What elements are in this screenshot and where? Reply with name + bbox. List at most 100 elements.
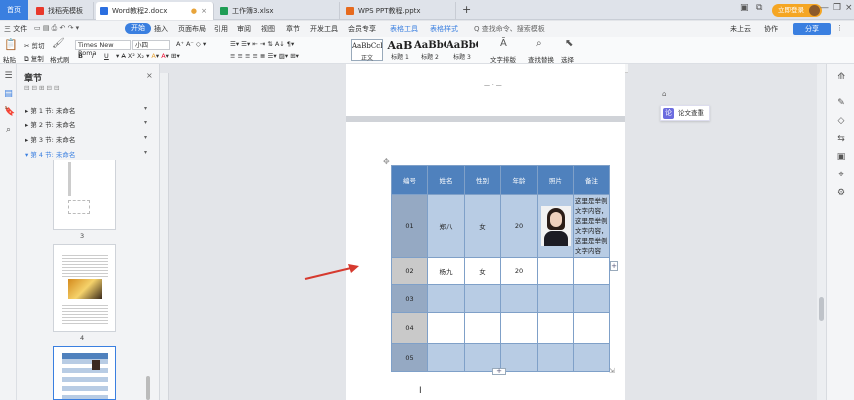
copy-button[interactable]: ⧉ 复制 [24, 53, 44, 64]
style-heading-1[interactable]: AaB 标题 1 [384, 39, 416, 61]
name-cell[interactable] [427, 312, 465, 344]
share-button[interactable]: 分享 [793, 23, 831, 35]
login-button[interactable]: 立即登录 [772, 4, 822, 17]
font-size-select[interactable]: 小四 [132, 40, 170, 50]
note-cell[interactable] [573, 284, 610, 313]
tab-ppt[interactable]: WPS PPT教程.pptx [342, 2, 456, 20]
age-cell[interactable]: 20 [500, 194, 538, 258]
header-cell[interactable]: 照片 [537, 165, 574, 195]
format-painter-button[interactable]: 格式刷 [50, 54, 70, 64]
command-search[interactable]: Q 查找命令、搜索模板 [474, 24, 545, 34]
section-2[interactable]: ▸ 第 2 节: 未命名 [25, 119, 75, 129]
rocket-icon[interactable]: ⟰ [836, 72, 846, 82]
format-painter-icon[interactable]: 🖌 [52, 38, 65, 49]
id-cell[interactable]: 01 [391, 194, 428, 258]
collapse-icon[interactable]: ⌂ [662, 90, 666, 98]
note-cell[interactable] [573, 312, 610, 344]
nav-actions-icons[interactable]: ⊟ ⊟ ⊞ ⊟ ⊟ [24, 84, 60, 92]
adjust-icon[interactable]: ⇆ [836, 134, 846, 144]
font-size-grow-icons[interactable]: A⁺ A⁻ ◇ ▾ [176, 40, 206, 48]
section-menu-icon[interactable]: ▾ [144, 105, 147, 112]
id-cell[interactable]: 05 [391, 343, 428, 372]
gender-cell[interactable]: 女 [464, 194, 501, 258]
page-scrollbar-track[interactable] [817, 64, 826, 400]
minimize-icon[interactable]: — [820, 3, 829, 13]
text-layout-button[interactable]: 文字排版 [490, 54, 516, 64]
bold-button[interactable]: B [78, 52, 83, 60]
photo-cell[interactable] [537, 194, 574, 258]
name-cell[interactable]: 郑八 [427, 194, 465, 258]
multi-window-icon[interactable]: ⧉ [756, 3, 762, 13]
paste-button[interactable]: 粘贴 [3, 54, 16, 64]
style-normal[interactable]: AaBbCcI 正文 [351, 39, 383, 62]
menu-table-tools[interactable]: 表格工具 [390, 24, 418, 34]
close-window-icon[interactable]: × [845, 3, 853, 13]
page-thumbnail-5[interactable] [53, 346, 116, 400]
close-icon[interactable]: × [201, 2, 207, 20]
age-cell[interactable] [500, 284, 538, 313]
note-cell[interactable] [573, 257, 610, 285]
menu-member[interactable]: 会员专享 [348, 24, 376, 34]
tab-word-doc[interactable]: Word教程2.docx ● × [96, 2, 214, 20]
menu-page-layout[interactable]: 页面布局 [178, 24, 206, 34]
photo-cell[interactable] [537, 257, 574, 285]
page-thumbnail-3[interactable] [53, 160, 116, 230]
new-tab-button[interactable]: + [462, 3, 471, 16]
chapter-icon[interactable]: ▤ [4, 90, 13, 99]
name-cell[interactable] [427, 284, 465, 313]
search-icon[interactable]: ⌕ [4, 126, 13, 135]
close-icon[interactable]: × [146, 71, 153, 80]
note-cell[interactable]: 这里是举例文字内容，这里是举例文字内容，这里是举例文字内容 [573, 194, 610, 258]
image-icon[interactable]: ▣ [836, 152, 846, 162]
id-cell[interactable]: 03 [391, 284, 428, 313]
style-heading-2[interactable]: AaBbC 标题 2 [414, 39, 446, 61]
id-cell[interactable]: 02 [391, 257, 428, 285]
cursor-icon[interactable]: ⬉ [565, 38, 573, 49]
section-menu-icon[interactable]: ▾ [144, 134, 147, 141]
menu-review[interactable]: 审阅 [237, 24, 251, 34]
find-replace-button[interactable]: 查找替换 [528, 54, 554, 64]
photo-cell[interactable] [537, 284, 574, 313]
shapes-icon[interactable]: ◇ [836, 116, 846, 126]
table-resize-icon[interactable]: ⇲ [609, 367, 615, 375]
style-heading-3[interactable]: AaBbC 标题 3 [446, 39, 478, 61]
menu-insert[interactable]: 插入 [154, 24, 168, 34]
age-cell[interactable] [500, 312, 538, 344]
settings-icon[interactable]: ⚙ [836, 188, 846, 198]
text-layout-icon[interactable]: Ā [500, 38, 507, 49]
more-icon[interactable]: ⋮ [836, 24, 843, 32]
add-row-icon[interactable]: + [492, 368, 506, 375]
nav-scrollbar[interactable] [146, 376, 150, 400]
select-button[interactable]: 选择 [561, 54, 574, 64]
section-1[interactable]: ▸ 第 1 节: 未命名 [25, 105, 75, 115]
page-thumbnail-4[interactable] [53, 244, 116, 332]
photo-cell[interactable] [537, 312, 574, 344]
header-cell[interactable]: 性别 [464, 165, 501, 195]
note-cell[interactable] [573, 343, 610, 372]
table-move-handle-icon[interactable]: ✥ [383, 157, 390, 166]
page-scrollbar-thumb[interactable] [819, 297, 824, 321]
name-cell[interactable] [427, 343, 465, 372]
section-3[interactable]: ▸ 第 3 节: 未命名 [25, 134, 75, 144]
header-cell[interactable]: 姓名 [427, 165, 465, 195]
menu-chapter[interactable]: 章节 [286, 24, 300, 34]
search-icon[interactable]: ⌕ [536, 38, 542, 49]
quick-access-icons[interactable]: ▭ ▤ ⎙ ↶ ↷ ▾ [34, 24, 79, 33]
home-tab[interactable]: 首页 [0, 0, 28, 20]
header-cell[interactable]: 年龄 [500, 165, 538, 195]
tab-excel-workbook[interactable]: 工作簿3.xlsx [216, 2, 340, 20]
italic-button[interactable]: I [92, 52, 94, 60]
pen-icon[interactable]: ✎ [836, 98, 846, 108]
underline-button[interactable]: U [104, 52, 109, 60]
collab-button[interactable]: 协作 [764, 24, 778, 34]
outline-icon[interactable]: ☰ [4, 72, 13, 81]
align-icons[interactable]: ≡ ≡ ≡ ≡ ≣ ☰▾ ▨▾ ⊞▾ [230, 52, 299, 60]
tab-docer-templates[interactable]: 找稻壳模板 [32, 2, 94, 20]
gender-cell[interactable] [464, 312, 501, 344]
list-icons[interactable]: ☰▾ ☰▾ ⇤ ⇥ ⇅ A↓ ¶▾ [230, 40, 294, 48]
add-column-icon[interactable]: + [610, 261, 618, 271]
age-cell[interactable] [500, 343, 538, 372]
cloud-status[interactable]: 未上云 [730, 24, 751, 34]
menu-references[interactable]: 引用 [214, 24, 228, 34]
section-menu-icon[interactable]: ▾ [144, 149, 147, 156]
